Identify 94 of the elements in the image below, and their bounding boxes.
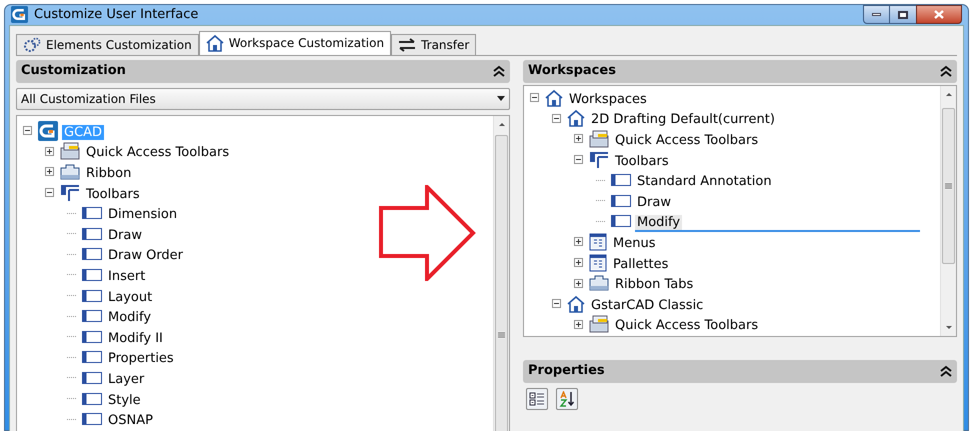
house-icon	[545, 88, 563, 107]
collapse-icon[interactable]	[493, 65, 505, 77]
toolbar-icon	[82, 330, 102, 343]
file-filter-dropdown[interactable]: All Customization Files	[16, 88, 510, 110]
menu-icon	[589, 254, 607, 272]
house-icon	[567, 294, 585, 313]
toolbar-icon	[82, 268, 102, 281]
menu-icon	[589, 232, 607, 251]
panel-title: Customization	[21, 62, 126, 80]
collapse-toggle[interactable]	[530, 93, 539, 102]
house-icon	[206, 34, 224, 52]
toolbar-icon	[82, 290, 102, 302]
tree-item[interactable]: Draw	[635, 194, 673, 210]
toolbar-icon	[82, 413, 102, 426]
app-logo-icon	[11, 6, 28, 24]
scrollbar[interactable]	[493, 116, 509, 431]
tree-item[interactable]: Quick Access Toolbars	[613, 318, 760, 334]
categorized-list-icon	[529, 390, 545, 406]
collapse-toggle[interactable]	[45, 188, 54, 198]
tree-item[interactable]: Ribbon Tabs	[613, 277, 696, 292]
toolbar-icon	[82, 392, 102, 405]
close-icon	[934, 10, 944, 19]
toolbars-icon	[589, 150, 609, 169]
grip-icon	[498, 332, 505, 338]
collapse-toggle[interactable]	[23, 126, 32, 136]
tree-item[interactable]: Pallettes	[611, 256, 670, 272]
ribbon-icon	[589, 275, 609, 292]
tree-item[interactable]: Standard Annotation	[635, 174, 774, 190]
tree-item[interactable]: Draw Order	[106, 248, 186, 264]
toolbar-icon	[82, 248, 102, 260]
expand-toggle[interactable]	[574, 320, 583, 329]
toolbar-icon	[82, 310, 102, 322]
tab[interactable]: Workspace Customization	[198, 30, 392, 54]
expand-toggle[interactable]	[574, 258, 583, 268]
sort-alphabetical-button[interactable]	[556, 388, 578, 410]
categorized-view-button[interactable]	[526, 388, 548, 410]
tab[interactable]: Elements Customization	[16, 34, 199, 54]
tree-item[interactable]: GstarCAD Classic	[589, 298, 706, 313]
tree-item[interactable]: Toolbars	[613, 154, 671, 169]
tree-item[interactable]: Modify II	[106, 330, 165, 346]
dropdown-arrow-icon	[497, 96, 505, 101]
tree-item[interactable]: Properties	[106, 351, 176, 366]
toolbars-icon	[60, 184, 80, 202]
panel-title: Workspaces	[528, 62, 616, 80]
toolbar-icon	[82, 228, 102, 240]
ribbon-icon	[60, 164, 80, 180]
tree-item[interactable]: Style	[106, 392, 143, 408]
tree-item[interactable]: Ribbon	[84, 166, 134, 181]
expand-toggle[interactable]	[574, 237, 583, 246]
toolbar-icon	[82, 207, 102, 220]
swap-arrows-icon	[398, 38, 416, 52]
toolbar-icon	[82, 351, 102, 364]
expand-toggle[interactable]	[574, 134, 583, 144]
tree-item[interactable]: OSNAP	[106, 413, 155, 428]
tree-item[interactable]: Menus	[611, 236, 658, 251]
grip-icon	[945, 182, 952, 188]
tree-item[interactable]: Quick Access Toolbars	[613, 132, 760, 148]
panel-title: Properties	[528, 362, 605, 380]
tree-item[interactable]: 2D Drafting Default(current)	[589, 112, 777, 128]
toolbar-icon	[611, 174, 631, 186]
collapse-toggle[interactable]	[574, 155, 583, 164]
collapse-icon[interactable]	[940, 65, 952, 77]
tree-item[interactable]: Layer	[106, 372, 146, 387]
toolbar-stack-icon	[589, 130, 609, 148]
tree-item[interactable]: Quick Access Toolbars	[84, 145, 232, 160]
minimize-button[interactable]	[863, 5, 890, 24]
toolbar-stack-icon	[60, 142, 80, 160]
app-logo-icon	[38, 120, 58, 141]
toolbar-stack-icon	[589, 315, 609, 334]
tab[interactable]: Transfer	[391, 34, 476, 54]
toolbar-icon	[611, 215, 631, 228]
collapse-toggle[interactable]	[552, 114, 561, 123]
tree-item[interactable]: Workspaces	[567, 92, 649, 107]
expand-toggle[interactable]	[45, 167, 54, 176]
window-title: Customize User Interface	[34, 6, 198, 24]
collapse-toggle[interactable]	[552, 299, 561, 308]
tree-item[interactable]: Draw	[106, 228, 144, 243]
close-button[interactable]	[916, 5, 962, 24]
expand-toggle[interactable]	[574, 278, 583, 288]
sort-az-icon	[559, 390, 575, 406]
collapse-icon[interactable]	[940, 365, 952, 377]
toolbar-icon	[611, 194, 631, 207]
tree-item[interactable]: Toolbars	[84, 186, 142, 202]
maximize-button[interactable]	[890, 5, 916, 24]
gears-icon	[23, 36, 41, 52]
tree-item[interactable]: Layout	[106, 290, 154, 305]
tree-item[interactable]: Modify	[106, 310, 154, 326]
tree-item[interactable]: Insert	[106, 268, 148, 284]
house-icon	[567, 109, 585, 128]
toolbar-icon	[82, 372, 102, 384]
expand-toggle[interactable]	[45, 146, 54, 156]
tree-item[interactable]: Modify	[635, 215, 682, 230]
tree-item[interactable]: Dimension	[106, 207, 180, 222]
scrollbar[interactable]	[940, 86, 956, 336]
